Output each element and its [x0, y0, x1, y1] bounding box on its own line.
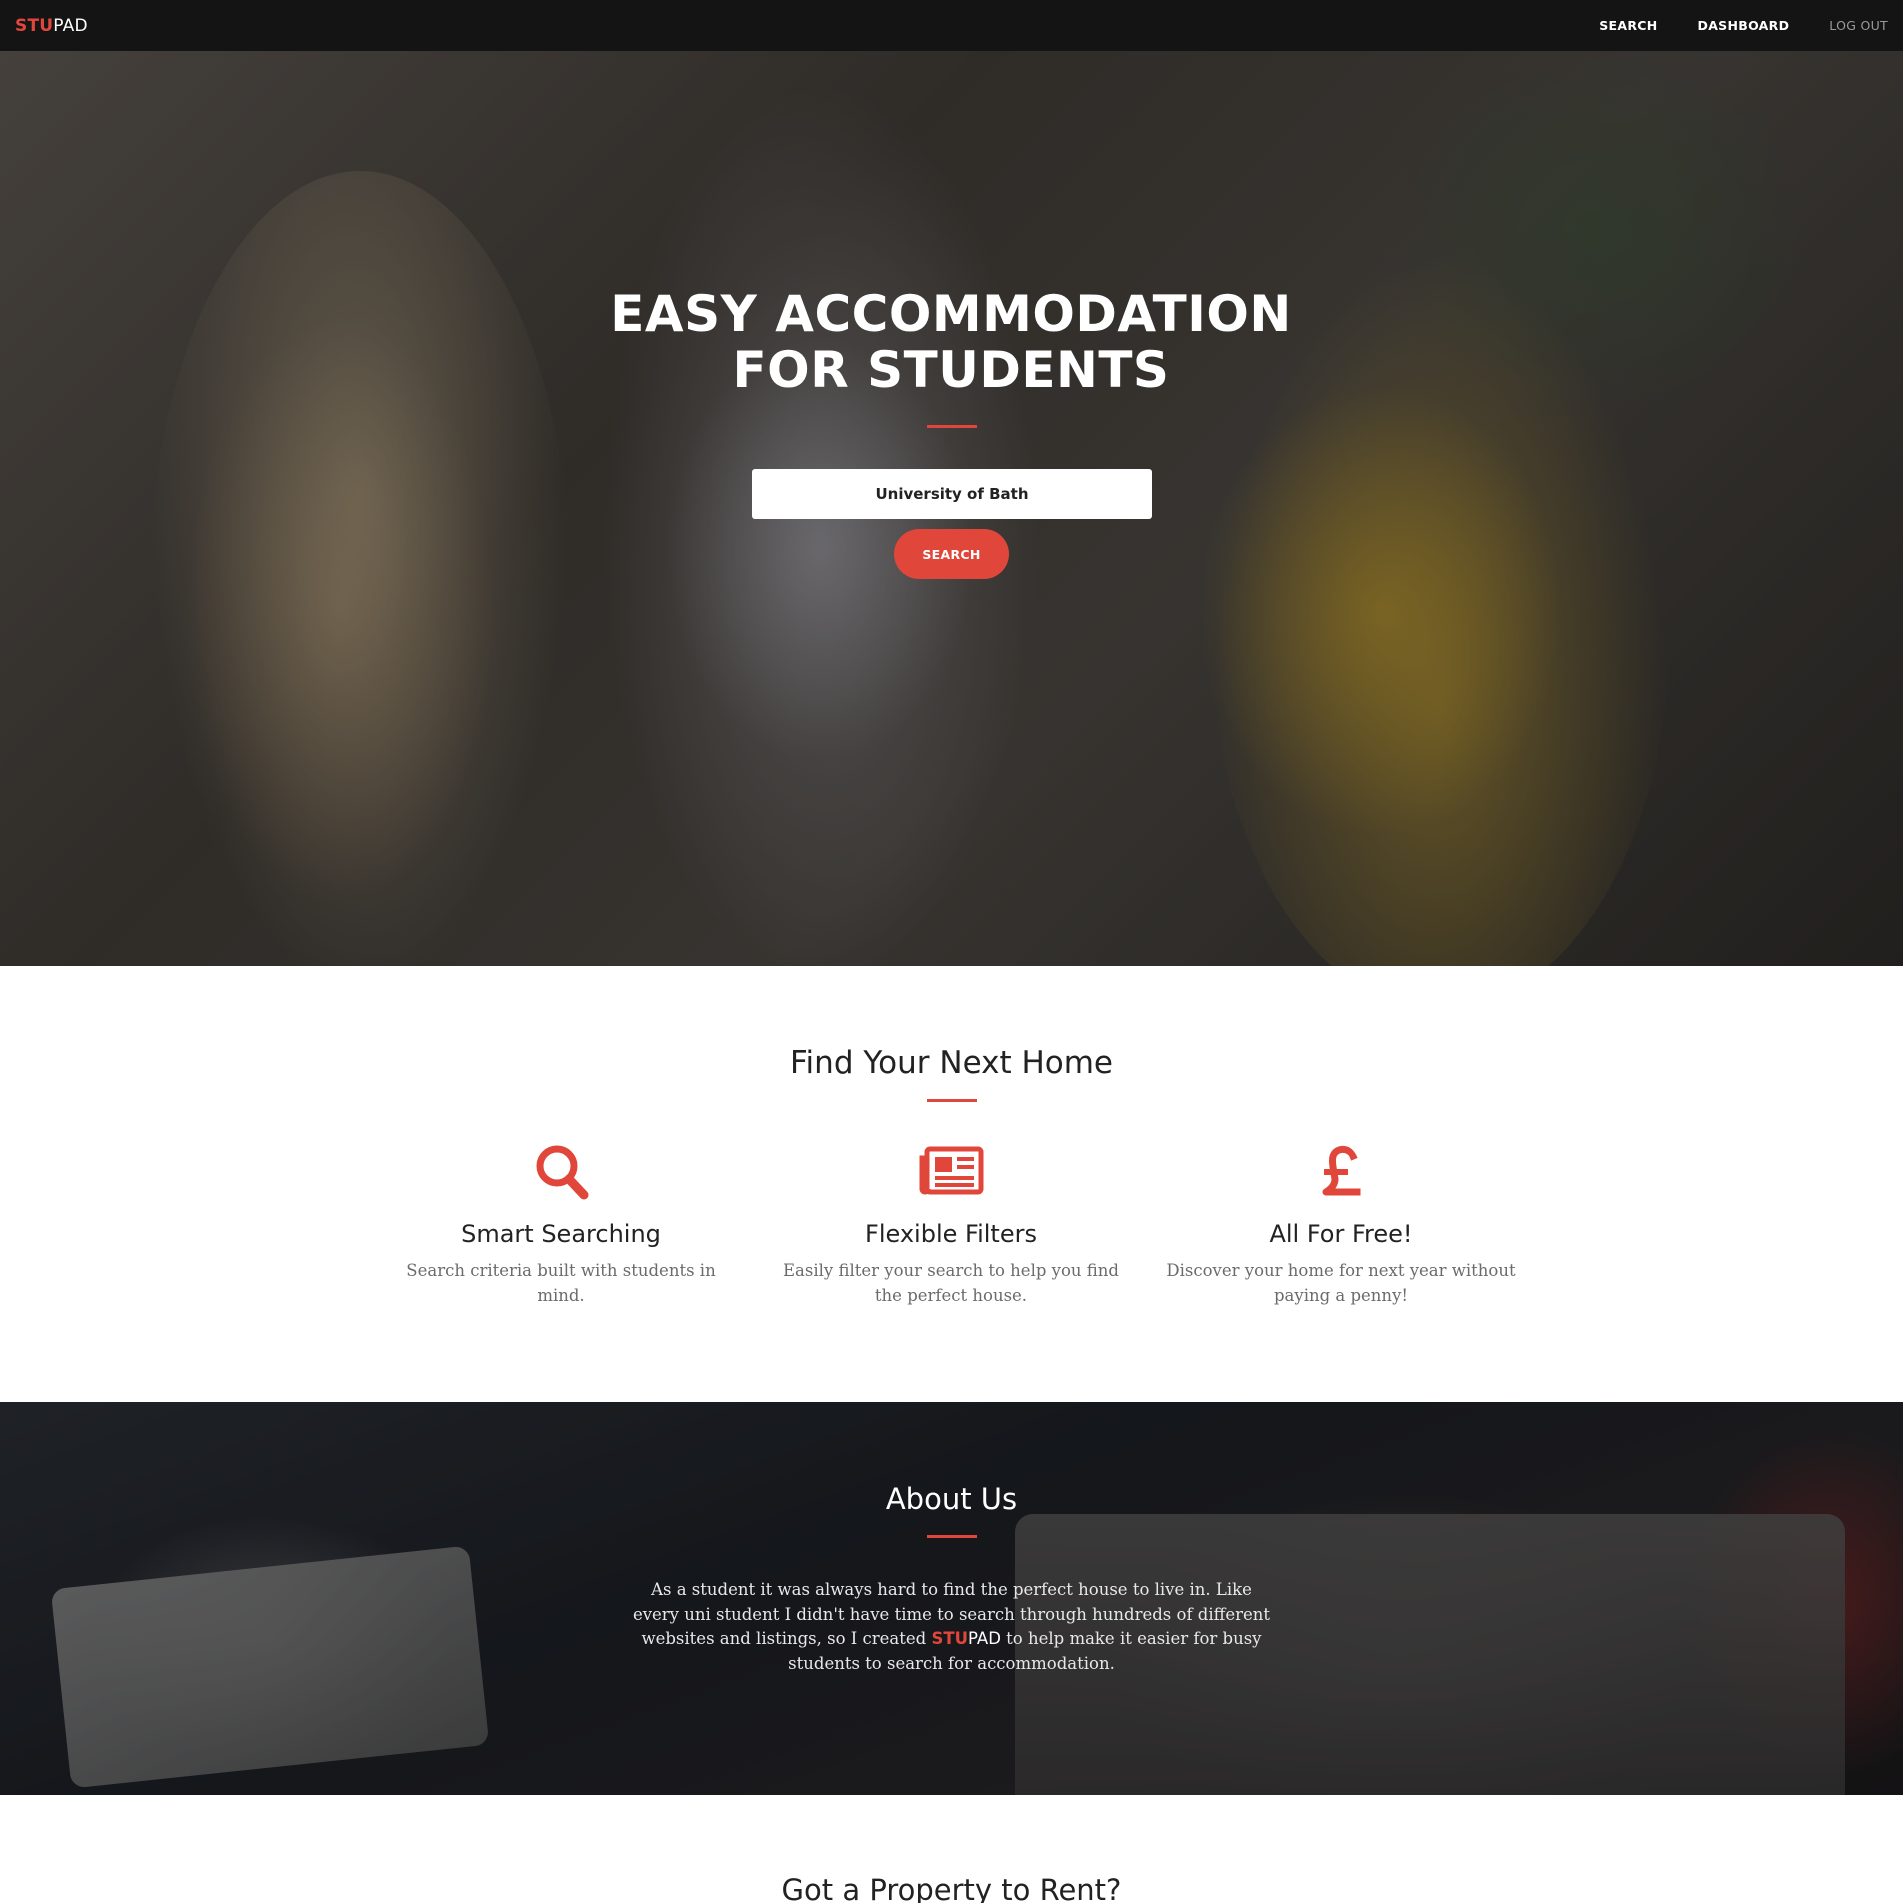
feature-text: Easily filter your search to help you fi… [783, 1261, 1119, 1305]
feature-flexible-filters: Flexible Filters Easily filter your sear… [771, 1140, 1131, 1308]
property-title: Got a Property to Rent? [781, 1873, 1122, 1903]
nav-dashboard-link[interactable]: DASHBOARD [1698, 18, 1790, 33]
hero-title: EASY ACCOMMODATION FOR STUDENTS [551, 286, 1351, 398]
about-brand-stu: STU [931, 1629, 969, 1648]
feature-title: All For Free! [1269, 1220, 1413, 1248]
hero-title-line2: FOR STUDENTS [732, 341, 1170, 399]
search-button[interactable]: SEARCH [894, 529, 1009, 579]
pound-icon [1161, 1140, 1521, 1202]
search-icon [381, 1140, 741, 1202]
feature-all-for-free: All For Free! Discover your home for nex… [1161, 1140, 1521, 1308]
about-title: About Us [885, 1482, 1018, 1516]
brand-stu: STU [15, 15, 54, 36]
nav-search-link[interactable]: SEARCH [1599, 18, 1657, 33]
about-brand-pad: PAD [968, 1629, 1001, 1648]
feature-title: Flexible Filters [865, 1220, 1037, 1248]
hero-title-line1: EASY ACCOMMODATION [610, 285, 1292, 343]
hero-divider [927, 425, 977, 428]
feature-title: Smart Searching [461, 1220, 661, 1248]
about-divider [927, 1535, 977, 1538]
brand-logo[interactable]: STUPAD [15, 16, 88, 36]
features-title: Find Your Next Home [789, 1045, 1114, 1081]
feature-text: Discover your home for next year without… [1166, 1261, 1516, 1305]
brand-pad: PAD [53, 15, 88, 36]
newspaper-icon [771, 1140, 1131, 1202]
about-text: As a student it was always hard to find … [626, 1578, 1277, 1676]
navbar: STUPAD SEARCH DASHBOARD LOG OUT [0, 0, 1903, 51]
nav-logout-link[interactable]: LOG OUT [1829, 18, 1888, 33]
about-section: About Us As a student it was always hard… [0, 1402, 1903, 1795]
nav-links: SEARCH DASHBOARD LOG OUT [1599, 18, 1888, 33]
feature-smart-searching: Smart Searching Search criteria built wi… [381, 1140, 741, 1308]
location-search-input[interactable]: University of Bath [752, 469, 1152, 519]
features-divider [927, 1099, 977, 1102]
feature-text: Search criteria built with students in m… [406, 1261, 716, 1305]
